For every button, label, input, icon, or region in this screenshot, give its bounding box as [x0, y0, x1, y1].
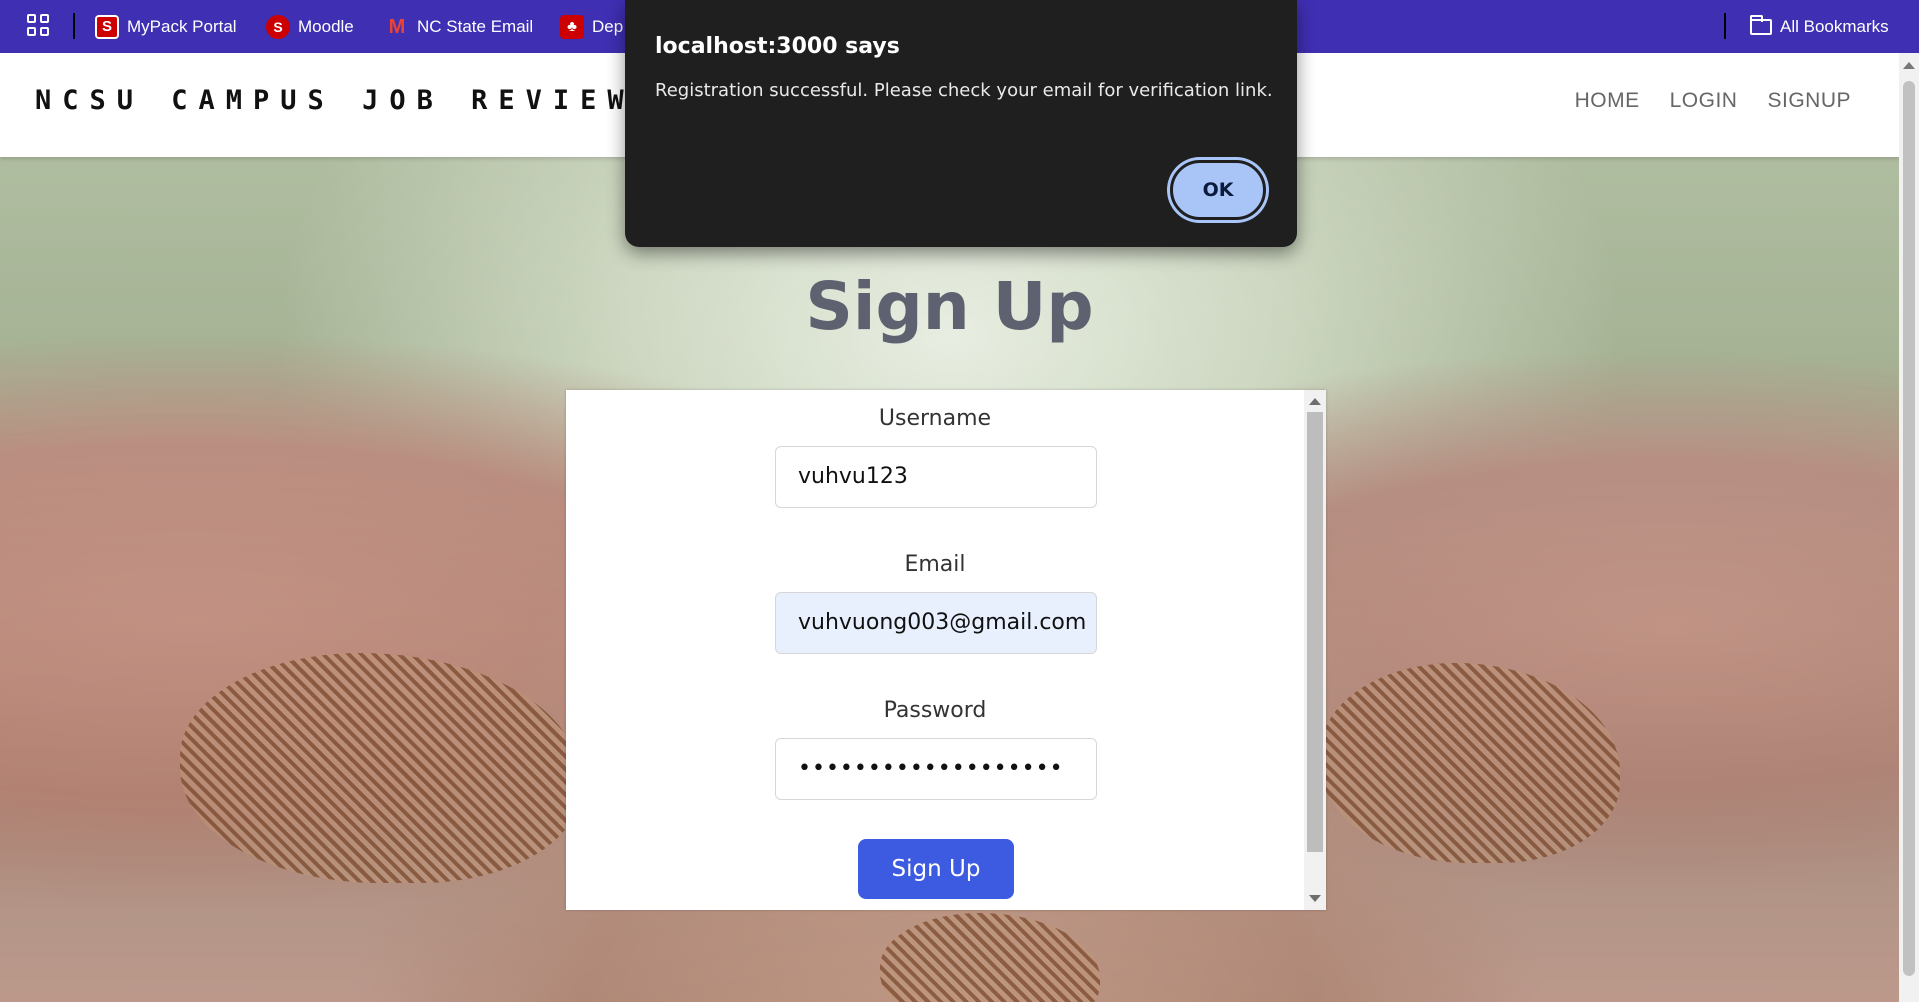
scrollbar-thumb[interactable]	[1307, 412, 1323, 852]
bookmark-label: Dep	[592, 16, 624, 36]
page-title: Sign Up	[805, 268, 1094, 345]
ncsu-logo-icon	[95, 14, 119, 39]
bookmark-nc-state-email[interactable]: NC State Email	[385, 0, 533, 53]
apps-grid-icon[interactable]	[27, 14, 49, 36]
bookmark-dep[interactable]: Dep	[560, 0, 623, 53]
bookmark-label: MyPack Portal	[127, 16, 237, 36]
dialog-title: localhost:3000 says	[655, 34, 900, 59]
bookmark-label: NC State Email	[417, 16, 534, 36]
scroll-up-arrow-icon[interactable]	[1309, 398, 1321, 405]
wolf-statue-left	[180, 653, 580, 883]
nav-login[interactable]: LOGIN	[1670, 89, 1738, 113]
nav-signup[interactable]: SIGNUP	[1767, 89, 1851, 113]
password-input[interactable]: •••••••••••••••••••	[775, 738, 1097, 800]
scroll-up-arrow-icon[interactable]	[1903, 62, 1915, 69]
signup-button[interactable]: Sign Up	[858, 839, 1014, 899]
dialog-ok-button[interactable]: OK	[1170, 160, 1266, 220]
bookmark-label: Moodle	[298, 16, 354, 36]
signup-form-card: Username vuhvu123 Email vuhvuong003@gmai…	[566, 390, 1326, 910]
nav-home[interactable]: HOME	[1575, 89, 1640, 113]
folder-icon	[1750, 14, 1772, 35]
email-label: Email	[904, 552, 966, 577]
page-scrollbar[interactable]	[1899, 53, 1919, 1002]
bookmark-moodle[interactable]: Moodle	[266, 0, 354, 53]
email-input[interactable]: vuhvuong003@gmail.com	[775, 592, 1097, 654]
main-nav: HOME LOGIN SIGNUP	[1575, 89, 1851, 113]
bookmark-mypack-portal[interactable]: MyPack Portal	[95, 0, 237, 53]
username-input[interactable]: vuhvu123	[775, 446, 1097, 508]
gmail-icon	[385, 15, 409, 39]
wolf-logo-icon	[560, 14, 584, 39]
scroll-down-arrow-icon[interactable]	[1309, 895, 1321, 902]
all-bookmarks-button[interactable]: All Bookmarks	[1750, 0, 1889, 53]
site-brand[interactable]: NCSU CAMPUS JOB REVIEW	[35, 85, 635, 116]
alert-dialog: localhost:3000 says Registration success…	[625, 0, 1297, 247]
bookmark-separator	[1724, 13, 1726, 39]
form-scrollbar[interactable]	[1304, 390, 1326, 910]
all-bookmarks-label: All Bookmarks	[1780, 16, 1889, 36]
bookmark-separator	[73, 13, 75, 39]
moodle-logo-icon	[266, 14, 290, 39]
wolf-statue-center	[880, 913, 1100, 1002]
dialog-message: Registration successful. Please check yo…	[655, 80, 1273, 101]
wolf-statue-right	[1320, 663, 1620, 863]
username-label: Username	[878, 406, 992, 431]
password-label: Password	[883, 698, 987, 723]
page-scrollbar-thumb[interactable]	[1903, 81, 1915, 976]
